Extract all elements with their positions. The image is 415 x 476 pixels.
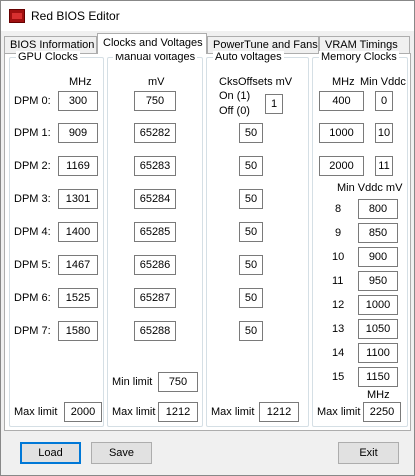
dpm-label: DPM 2: <box>14 160 51 172</box>
memory-max-mhz-label: MHz <box>367 389 390 401</box>
manual-voltages-group: Manual voltages mV 750 65282 65283 65284… <box>107 51 203 427</box>
memory-mhz-label: MHz <box>332 76 355 88</box>
app-window: Red BIOS Editor BIOS Information Clocks … <box>0 0 415 476</box>
on-label: On (1) <box>219 90 251 102</box>
auto-max-limit-field[interactable]: 1212 <box>259 402 299 422</box>
vddc-index-label: 13 <box>332 323 345 335</box>
manual-voltage-field[interactable]: 65282 <box>134 123 176 143</box>
auto-voltage-field[interactable]: 50 <box>239 321 263 341</box>
gpu-clock-dpm0-field[interactable]: 300 <box>58 91 98 111</box>
dpm-label: DPM 7: <box>14 325 51 337</box>
min-vddc-field[interactable]: 900 <box>358 247 398 267</box>
manual-max-limit-field[interactable]: 1212 <box>158 402 198 422</box>
min-vddc-field[interactable]: 1000 <box>358 295 398 315</box>
auto-voltage-field[interactable]: 50 <box>239 222 263 242</box>
dpm-label: DPM 3: <box>14 193 51 205</box>
cksoffsets-label: CksOffsets mV <box>219 76 293 88</box>
clocks-voltages-panel: GPU Clocks MHz DPM 0: 300 DPM 1: 909 DPM… <box>4 51 411 431</box>
gpu-clock-dpm1-field[interactable]: 909 <box>58 123 98 143</box>
memory-vddc-index-field[interactable]: 11 <box>375 156 393 176</box>
min-vddc-field[interactable]: 1100 <box>358 343 398 363</box>
gpu-clock-dpm6-field[interactable]: 1525 <box>58 288 98 308</box>
tab-clocks-and-voltages[interactable]: Clocks and Voltages <box>97 33 207 54</box>
manual-voltage-field[interactable]: 65286 <box>134 255 176 275</box>
min-vddc-field[interactable]: 950 <box>358 271 398 291</box>
dpm-label: DPM 5: <box>14 259 51 271</box>
auto-voltages-group: Auto voltages CksOffsets mV On (1) Off (… <box>206 51 309 427</box>
memory-max-limit-field[interactable]: 2250 <box>363 402 401 422</box>
memory-clocks-title: Memory Clocks <box>319 51 399 63</box>
gpu-clock-dpm2-field[interactable]: 1169 <box>58 156 98 176</box>
gpu-clock-dpm4-field[interactable]: 1400 <box>58 222 98 242</box>
memory-clock-field[interactable]: 2000 <box>319 156 364 176</box>
auto-voltage-field[interactable]: 50 <box>239 189 263 209</box>
cksoffsets-toggle-field[interactable]: 1 <box>265 94 283 114</box>
manual-voltage-field[interactable]: 65284 <box>134 189 176 209</box>
off-label: Off (0) <box>219 105 250 117</box>
dpm-label: DPM 1: <box>14 127 51 139</box>
exit-button[interactable]: Exit <box>338 442 399 464</box>
manual-voltage-field[interactable]: 65283 <box>134 156 176 176</box>
auto-voltage-field[interactable]: 50 <box>239 255 263 275</box>
dpm-label: DPM 6: <box>14 292 51 304</box>
manual-voltage-field[interactable]: 750 <box>134 91 176 111</box>
load-button[interactable]: Load <box>20 442 81 464</box>
vddc-index-label: 8 <box>335 203 342 215</box>
vddc-index-label: 11 <box>332 275 344 287</box>
app-icon <box>9 9 25 23</box>
gpu-clocks-title: GPU Clocks <box>16 51 80 63</box>
memory-vddc-index-field[interactable]: 10 <box>375 123 393 143</box>
auto-voltage-field[interactable]: 50 <box>239 123 263 143</box>
dpm-label: DPM 4: <box>14 226 51 238</box>
gpu-clock-dpm3-field[interactable]: 1301 <box>58 189 98 209</box>
min-vddc-mv-label: Min Vddc mV <box>337 182 403 194</box>
vddc-index-label: 12 <box>332 299 345 311</box>
manual-voltage-field[interactable]: 65287 <box>134 288 176 308</box>
min-vddc-field[interactable]: 1050 <box>358 319 398 339</box>
gpu-clock-dpm7-field[interactable]: 1580 <box>58 321 98 341</box>
memory-max-limit-label: Max limit <box>317 406 361 418</box>
vddc-index-label: 14 <box>332 347 345 359</box>
memory-clock-field[interactable]: 1000 <box>319 123 364 143</box>
gpu-max-limit-field[interactable]: 2000 <box>64 402 102 422</box>
vddc-index-label: 9 <box>335 227 342 239</box>
gpu-max-limit-label: Max limit <box>14 406 58 418</box>
manual-mv-label: mV <box>148 76 165 88</box>
window-title: Red BIOS Editor <box>31 9 120 23</box>
auto-voltage-field[interactable]: 50 <box>239 156 263 176</box>
auto-voltage-field[interactable]: 50 <box>239 288 263 308</box>
gpu-clock-dpm5-field[interactable]: 1467 <box>58 255 98 275</box>
memory-vddc-index-field[interactable]: 0 <box>375 91 393 111</box>
vddc-index-label: 15 <box>332 371 345 383</box>
memory-clocks-group: Memory Clocks MHz Min Vddc 400 0 1000 10… <box>312 51 408 427</box>
save-button[interactable]: Save <box>91 442 152 464</box>
dpm-label: DPM 0: <box>14 95 51 107</box>
manual-voltage-field[interactable]: 65285 <box>134 222 176 242</box>
min-vddc-field[interactable]: 1150 <box>358 367 398 387</box>
manual-max-limit-label: Max limit <box>112 406 156 418</box>
gpu-clocks-group: GPU Clocks MHz DPM 0: 300 DPM 1: 909 DPM… <box>9 51 104 427</box>
min-vddc-field[interactable]: 850 <box>358 223 398 243</box>
manual-min-limit-field[interactable]: 750 <box>158 372 198 392</box>
auto-voltages-title: Auto voltages <box>213 51 284 63</box>
vddc-index-label: 10 <box>332 251 345 263</box>
min-vddc-field[interactable]: 800 <box>358 199 398 219</box>
memory-min-vddc-label: Min Vddc <box>360 76 406 88</box>
auto-max-limit-label: Max limit <box>211 406 255 418</box>
title-bar: Red BIOS Editor <box>1 1 414 31</box>
manual-voltage-field[interactable]: 65288 <box>134 321 176 341</box>
gpu-mhz-label: MHz <box>69 76 92 88</box>
manual-min-limit-label: Min limit <box>112 376 153 388</box>
memory-clock-field[interactable]: 400 <box>319 91 364 111</box>
